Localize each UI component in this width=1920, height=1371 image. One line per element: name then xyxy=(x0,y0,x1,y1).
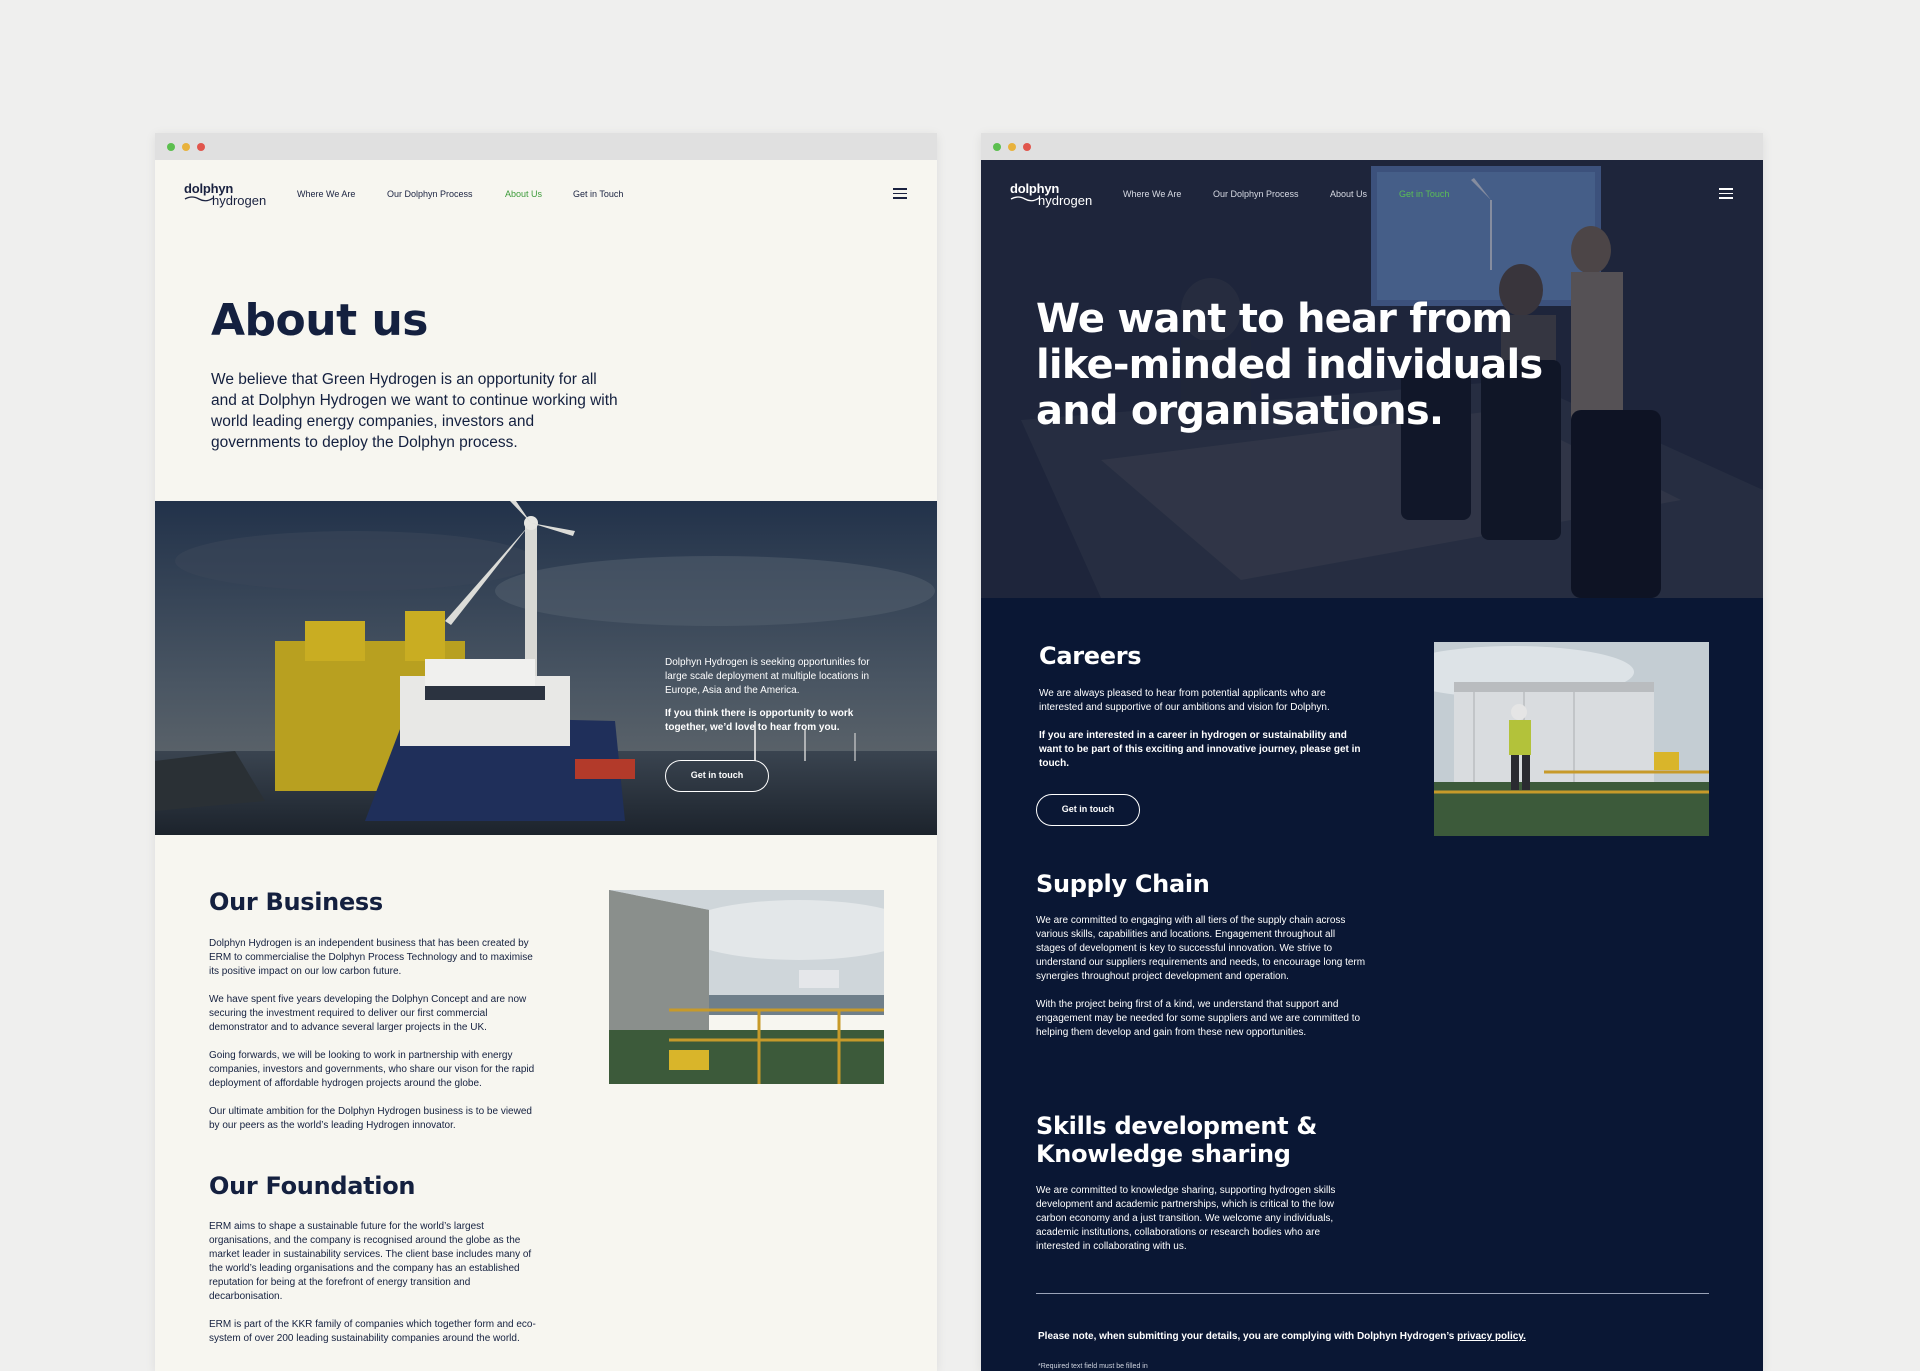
nav-get-in-touch[interactable]: Get in Touch xyxy=(1399,189,1449,199)
intro-text: We believe that Green Hydrogen is an opp… xyxy=(211,371,618,451)
page-title: About us xyxy=(211,295,428,346)
wave-icon xyxy=(184,196,214,202)
window-maximize-dot[interactable] xyxy=(993,143,1001,151)
dolphyn-logo[interactable]: dolphyn hydrogen xyxy=(184,181,274,209)
platform-deck-image xyxy=(609,890,884,1084)
nav-dolphyn-process[interactable]: Our Dolphyn Process xyxy=(1213,189,1299,199)
careers-body: We are always pleased to hear from poten… xyxy=(1039,687,1369,785)
careers-paragraph-2: If you are interested in a career in hyd… xyxy=(1039,730,1361,769)
supply-chain-body: We are committed to engaging with all ti… xyxy=(1036,914,1366,1054)
our-foundation-body: ERM aims to shape a sustainable future f… xyxy=(209,1220,539,1360)
business-paragraph: We have spent five years developing the … xyxy=(209,994,527,1033)
window-minimize-dot[interactable] xyxy=(1008,143,1016,151)
menu-icon[interactable] xyxy=(1719,188,1733,199)
skills-title: Skills development & Knowledge sharing xyxy=(1036,1112,1317,1168)
skills-title-line2: Knowledge sharing xyxy=(1036,1140,1291,1168)
foundation-paragraph: ERM aims to shape a sustainable future f… xyxy=(209,1221,532,1302)
skills-body: We are committed to knowledge sharing, s… xyxy=(1036,1184,1366,1268)
window-minimize-dot[interactable] xyxy=(182,143,190,151)
careers-get-in-touch-button[interactable]: Get in touch xyxy=(1036,794,1140,826)
nav-where-we-are[interactable]: Where We Are xyxy=(1123,189,1181,199)
window-titlebar xyxy=(981,133,1763,160)
careers-title: Careers xyxy=(1039,642,1142,670)
business-paragraph: Dolphyn Hydrogen is an independent busin… xyxy=(209,938,533,977)
foundation-paragraph: ERM is part of the KKR family of compani… xyxy=(209,1319,536,1344)
privacy-note-text: Please note, when submitting your detail… xyxy=(1038,1331,1458,1342)
business-paragraph: Going forwards, we will be looking to wo… xyxy=(209,1050,535,1089)
our-foundation-title: Our Foundation xyxy=(209,1172,416,1200)
site-header: dolphyn hydrogen Where We Are Our Dolphy… xyxy=(981,160,1763,222)
privacy-policy-link[interactable]: privacy policy. xyxy=(1457,1331,1526,1342)
supply-chain-title: Supply Chain xyxy=(1036,870,1210,898)
nav-where-we-are[interactable]: Where We Are xyxy=(297,189,355,199)
our-business-body: Dolphyn Hydrogen is an independent busin… xyxy=(209,937,539,1147)
nav-about-us[interactable]: About Us xyxy=(1330,189,1367,199)
window-titlebar xyxy=(155,133,937,160)
skills-title-line1: Skills development & xyxy=(1036,1112,1317,1140)
section-divider xyxy=(1036,1293,1709,1294)
careers-paragraph-1: We are always pleased to hear from poten… xyxy=(1039,688,1330,713)
our-business-title: Our Business xyxy=(209,888,383,916)
skills-paragraph-1: We are committed to knowledge sharing, s… xyxy=(1036,1185,1336,1252)
required-field-note: *Required text field must be filled in xyxy=(1038,1363,1148,1370)
about-page-window: dolphyn hydrogen Where We Are Our Dolphy… xyxy=(155,133,937,1371)
hero-paragraph-1: Dolphyn Hydrogen is seeking opportunitie… xyxy=(665,657,870,696)
window-maximize-dot[interactable] xyxy=(167,143,175,151)
window-close-dot[interactable] xyxy=(197,143,205,151)
privacy-note: Please note, when submitting your detail… xyxy=(1038,1331,1526,1342)
site-header: dolphyn hydrogen Where We Are Our Dolphy… xyxy=(155,160,937,222)
window-close-dot[interactable] xyxy=(1023,143,1031,151)
logo-word-hydrogen: hydrogen xyxy=(1038,193,1093,208)
dolphyn-logo[interactable]: dolphyn hydrogen xyxy=(1010,181,1100,209)
menu-icon[interactable] xyxy=(893,188,907,199)
nav-about-us[interactable]: About Us xyxy=(505,189,542,199)
hero-get-in-touch-button[interactable]: Get in touch xyxy=(665,760,769,792)
supply-paragraph-1: We are committed to engaging with all ti… xyxy=(1036,915,1366,982)
hero-paragraph-2: If you think there is opportunity to wor… xyxy=(665,708,854,733)
contact-page-window: dolphyn hydrogen Where We Are Our Dolphy… xyxy=(981,133,1763,1371)
hero-banner: Dolphyn Hydrogen is seeking opportunitie… xyxy=(155,501,937,835)
nav-get-in-touch[interactable]: Get in Touch xyxy=(573,189,623,199)
business-paragraph: Our ultimate ambition for the Dolphyn Hy… xyxy=(209,1106,532,1131)
nav-dolphyn-process[interactable]: Our Dolphyn Process xyxy=(387,189,473,199)
contact-headline: We want to hear from like-minded individ… xyxy=(1036,296,1543,434)
engineer-on-platform-image xyxy=(1434,642,1709,836)
hero-text-block: Dolphyn Hydrogen is seeking opportunitie… xyxy=(665,656,885,744)
supply-paragraph-2: With the project being first of a kind, … xyxy=(1036,999,1361,1038)
logo-word-hydrogen: hydrogen xyxy=(212,193,267,208)
wave-icon xyxy=(1010,196,1040,202)
